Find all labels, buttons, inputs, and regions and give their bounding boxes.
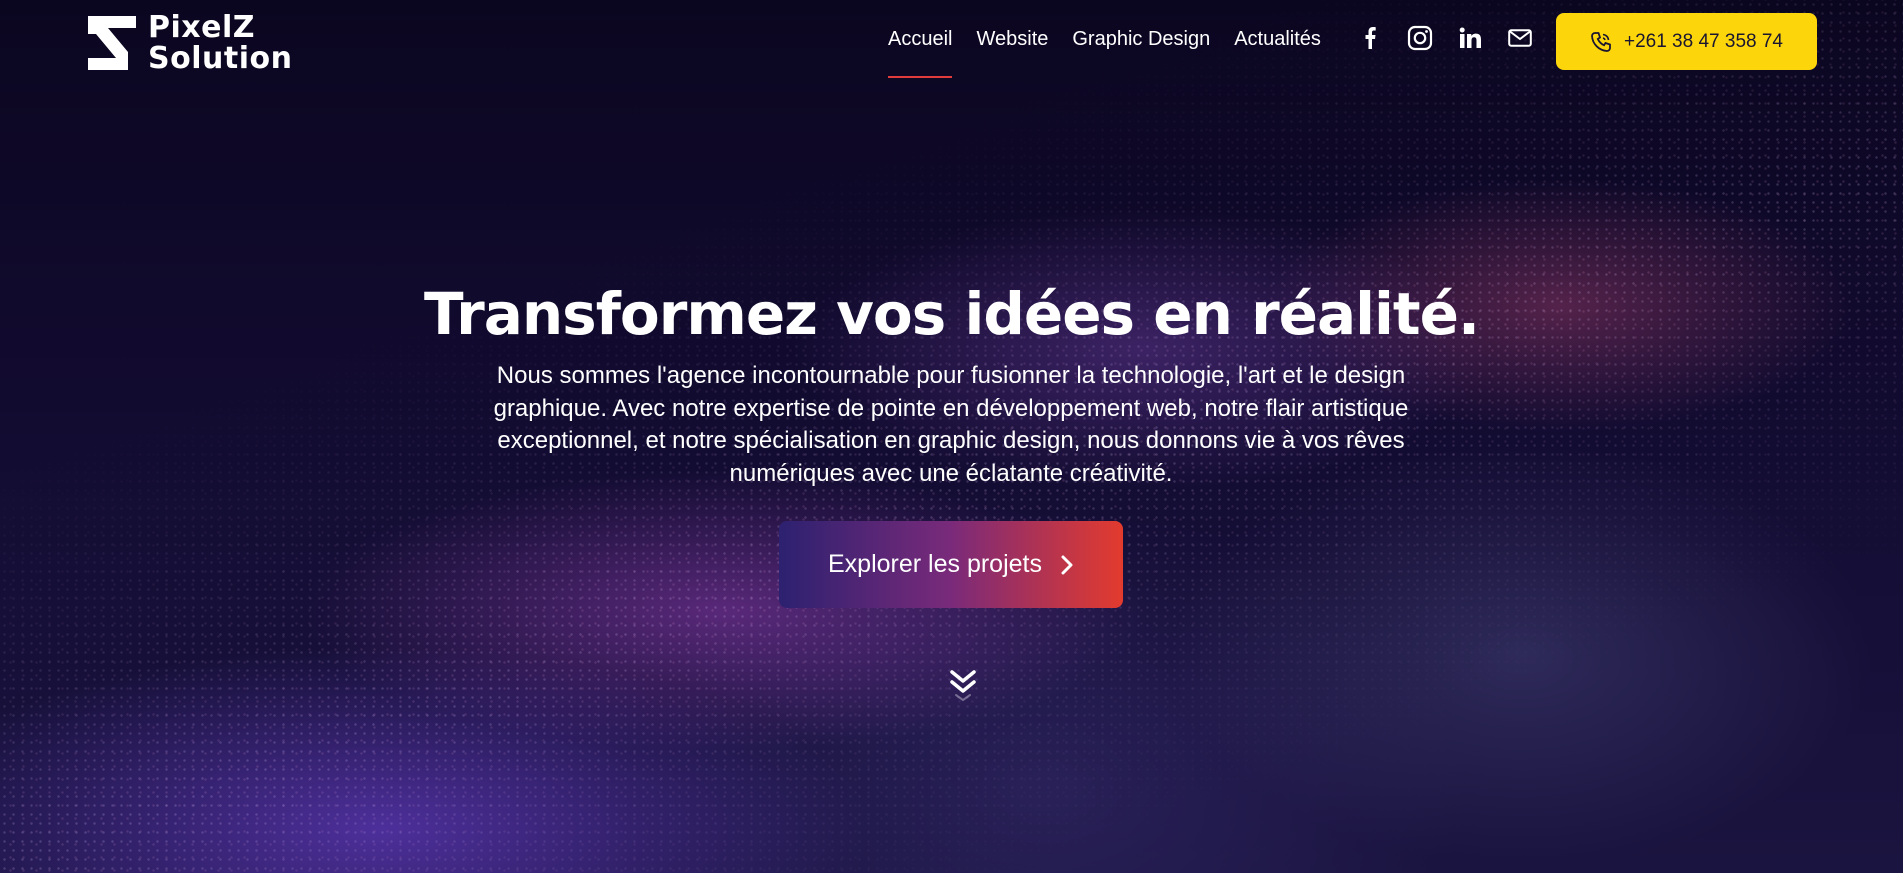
nav-item-website[interactable]: Website	[964, 28, 1060, 51]
phone-number: +261 38 47 358 74	[1623, 30, 1783, 52]
chevron-right-icon	[1061, 555, 1073, 574]
brand-logo[interactable]: PixelZ Solution	[86, 12, 292, 74]
cta-label: Explorer les projets	[828, 550, 1042, 578]
main-nav: Accueil Website Graphic Design Actualité…	[888, 28, 1333, 78]
site-header: PixelZ Solution Accueil Website Graphic …	[0, 0, 1903, 84]
nav-item-graphic-design[interactable]: Graphic Design	[1060, 28, 1222, 51]
instagram-icon[interactable]	[1406, 24, 1434, 52]
social-links	[1356, 24, 1534, 52]
hero-title: Transformez vos idées en réalité.	[423, 280, 1480, 348]
facebook-icon[interactable]	[1356, 24, 1384, 52]
brand-name: PixelZ Solution	[148, 12, 292, 74]
phone-icon	[1591, 31, 1611, 52]
hero-description: Nous sommes l'agence incontournable pour…	[493, 362, 1409, 487]
linkedin-icon[interactable]	[1456, 24, 1484, 52]
logo-mark-icon	[88, 16, 136, 70]
nav-item-accueil[interactable]: Accueil	[888, 28, 964, 78]
phone-button[interactable]: +261 38 47 358 74	[1556, 13, 1817, 70]
explore-projects-button[interactable]: Explorer les projets	[779, 521, 1123, 608]
nav-item-actualites[interactable]: Actualités	[1222, 28, 1333, 51]
mail-icon[interactable]	[1506, 24, 1534, 52]
brand-line2: Solution	[148, 41, 293, 76]
scroll-down-icon[interactable]	[944, 668, 982, 710]
brand-line1: PixelZ	[148, 10, 256, 45]
